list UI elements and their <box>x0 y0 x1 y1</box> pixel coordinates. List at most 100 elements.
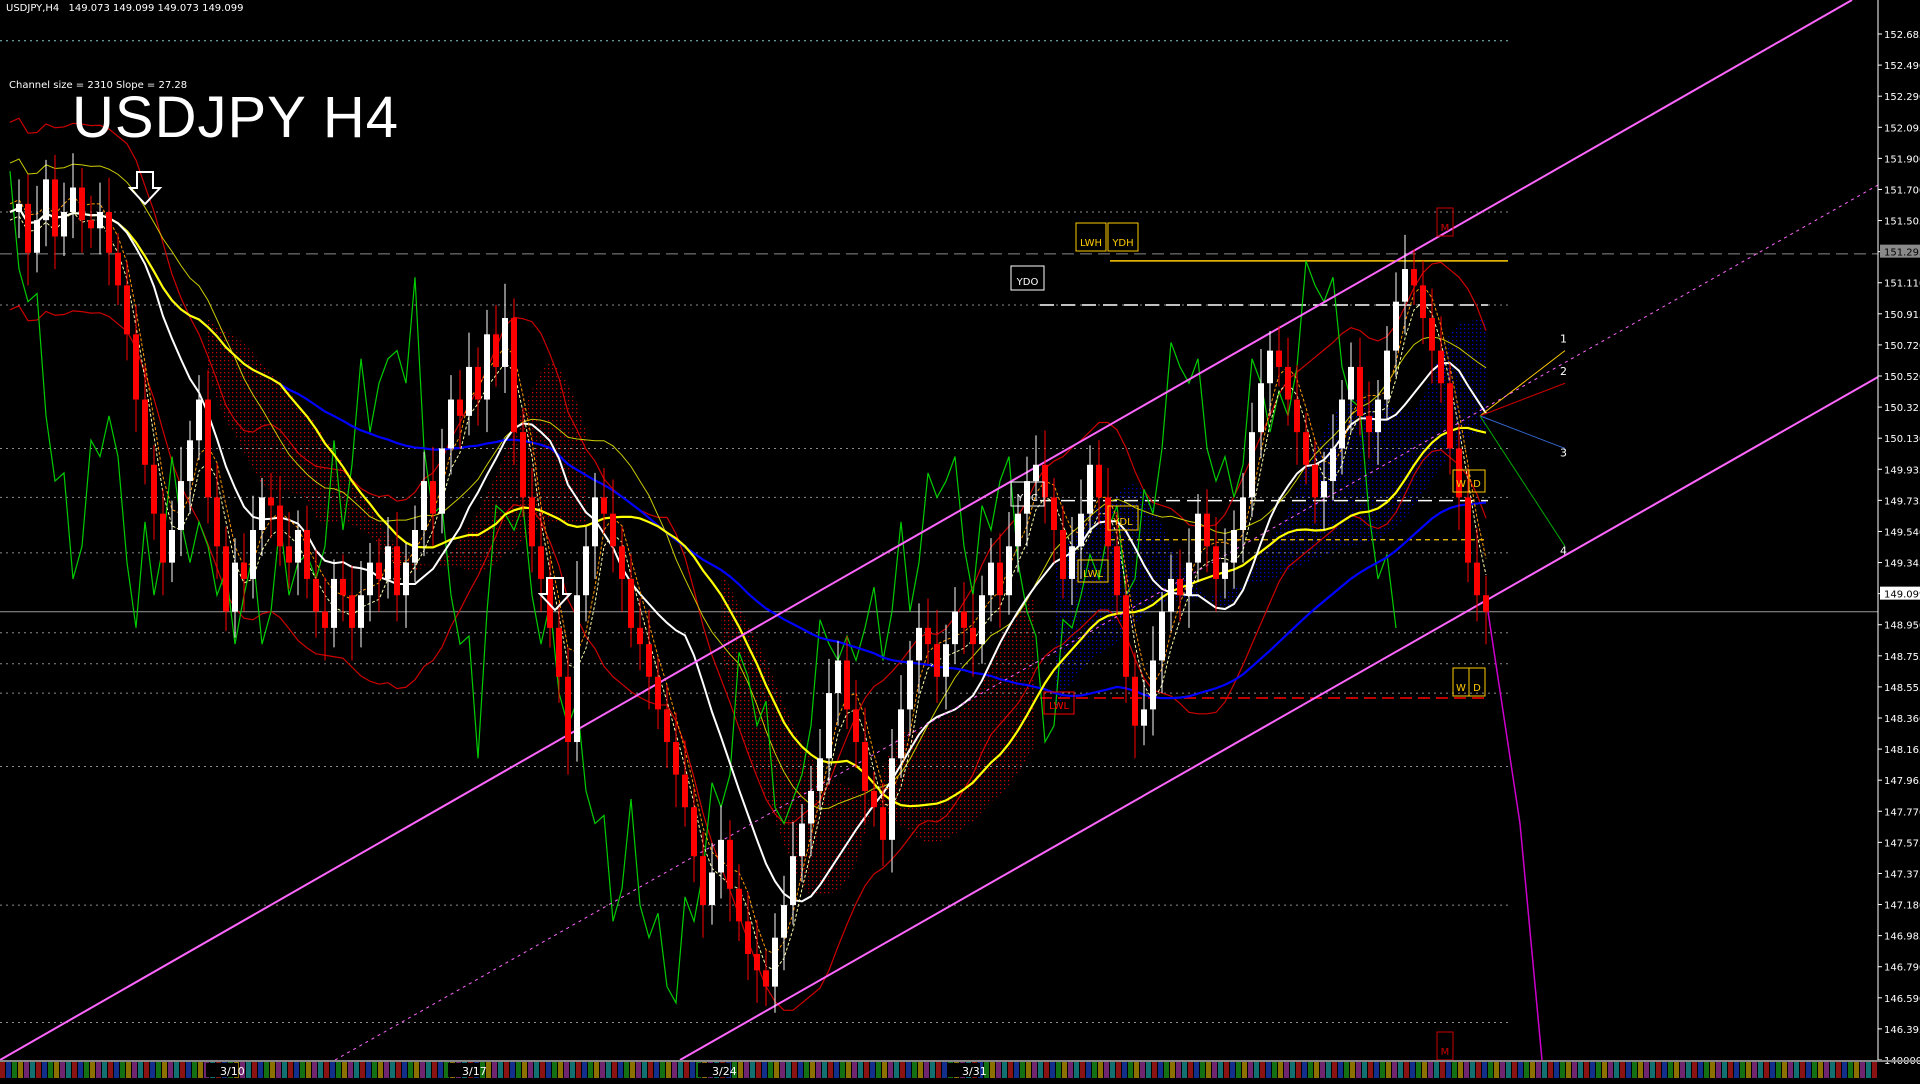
session-bar <box>516 1062 521 1078</box>
axis-label: 147.575 <box>1884 838 1920 849</box>
candle-body <box>151 464 157 514</box>
candle-body <box>529 497 535 547</box>
candle-body <box>1168 578 1174 612</box>
session-bar <box>576 1062 581 1078</box>
candle-body <box>286 546 292 563</box>
marker-d-2-text: D <box>1473 683 1481 694</box>
candle-body <box>673 742 679 775</box>
session-bar <box>1710 1062 1715 1078</box>
candle-body <box>871 790 877 808</box>
session-bar <box>1416 1062 1421 1078</box>
session-bar <box>744 1062 749 1078</box>
session-bar <box>1536 1062 1541 1078</box>
session-bar <box>612 1062 617 1078</box>
session-bar <box>1434 1062 1439 1078</box>
time-axis: 3/10 3/17 3/24 3/31 <box>0 1060 1920 1078</box>
session-bar <box>510 1062 515 1078</box>
candle-body <box>376 562 382 579</box>
candle-body <box>646 644 652 677</box>
candle-body <box>250 530 256 579</box>
candle-body <box>934 644 940 677</box>
session-bar <box>1110 1062 1115 1078</box>
session-bar <box>42 1062 47 1078</box>
session-bar <box>894 1062 899 1078</box>
session-bar <box>330 1062 335 1078</box>
session-bar <box>1746 1062 1751 1078</box>
ohlc-values: 149.073 149.099 149.073 149.099 <box>68 3 244 14</box>
session-bar <box>1584 1062 1589 1078</box>
session-bar <box>768 1062 773 1078</box>
candle-body <box>1456 448 1462 498</box>
session-bar <box>1578 1062 1583 1078</box>
date-label: 3/10 <box>220 1065 245 1078</box>
session-bar <box>1296 1062 1301 1078</box>
session-bar <box>1518 1062 1523 1078</box>
candle-body <box>1312 464 1318 498</box>
marker-lwh-text: LWH <box>1080 238 1102 249</box>
session-bar <box>192 1062 197 1078</box>
axis-label: 146.790 <box>1884 963 1920 974</box>
candle-body <box>772 937 778 987</box>
session-bar <box>72 1062 77 1078</box>
session-bar <box>990 1062 995 1078</box>
session-bar <box>1260 1062 1265 1078</box>
session-bar <box>1530 1062 1535 1078</box>
candle-body <box>448 399 454 449</box>
session-bar <box>1134 1062 1139 1078</box>
session-bar <box>1524 1062 1529 1078</box>
candle-body <box>457 399 463 416</box>
candle-body <box>1042 464 1048 498</box>
session-bar <box>294 1062 299 1078</box>
session-bar <box>498 1062 503 1078</box>
session-bar <box>1656 1062 1661 1078</box>
candle-body <box>997 562 1003 596</box>
session-bar <box>888 1062 893 1078</box>
session-bar <box>1716 1062 1721 1078</box>
session-bar <box>1272 1062 1277 1078</box>
projection-fan-line <box>1479 415 1566 449</box>
candle-body <box>88 220 94 229</box>
candle-body <box>718 839 724 873</box>
projection-label: 1 <box>1560 332 1567 345</box>
candle-body <box>187 440 193 482</box>
candle-body <box>844 660 850 710</box>
session-bar <box>918 1062 923 1078</box>
candle-body <box>601 497 607 514</box>
session-bar <box>1482 1062 1487 1078</box>
session-bar <box>78 1062 83 1078</box>
chart-area[interactable]: 1234 LWHYDHYDOYDCYDLLWLLWLWDWDMM 152.685… <box>0 0 1920 1080</box>
candle-body <box>1033 464 1039 482</box>
session-bar <box>1836 1062 1841 1078</box>
axis-label: 149.540 <box>1884 527 1920 538</box>
session-bar <box>1668 1062 1673 1078</box>
session-bar <box>1734 1062 1739 1078</box>
axis-label: 150.915 <box>1884 310 1920 321</box>
candle-body <box>16 203 22 212</box>
candle-body <box>862 742 868 791</box>
candle-body <box>295 530 301 563</box>
session-bar <box>798 1062 803 1078</box>
session-bar <box>942 1062 947 1078</box>
session-bar <box>486 1062 491 1078</box>
session-bar <box>1014 1062 1019 1078</box>
session-bar <box>318 1062 323 1078</box>
candle-body <box>1204 513 1210 547</box>
session-bar <box>804 1062 809 1078</box>
session-bar <box>1068 1062 1073 1078</box>
projection-label: 2 <box>1560 365 1567 378</box>
session-bar <box>1686 1062 1691 1078</box>
session-bar <box>1362 1062 1367 1078</box>
session-bar <box>1842 1062 1847 1078</box>
candle-body <box>1447 383 1453 449</box>
session-bar <box>1758 1062 1763 1078</box>
session-bar <box>564 1062 569 1078</box>
session-bar <box>1248 1062 1253 1078</box>
session-bar <box>1452 1062 1457 1078</box>
session-bar <box>1632 1062 1637 1078</box>
session-bar <box>654 1062 659 1078</box>
candle-body <box>628 578 634 628</box>
session-bar <box>1032 1062 1037 1078</box>
session-bar <box>18 1062 23 1078</box>
candle-body <box>898 709 904 759</box>
candle-body <box>493 334 499 367</box>
